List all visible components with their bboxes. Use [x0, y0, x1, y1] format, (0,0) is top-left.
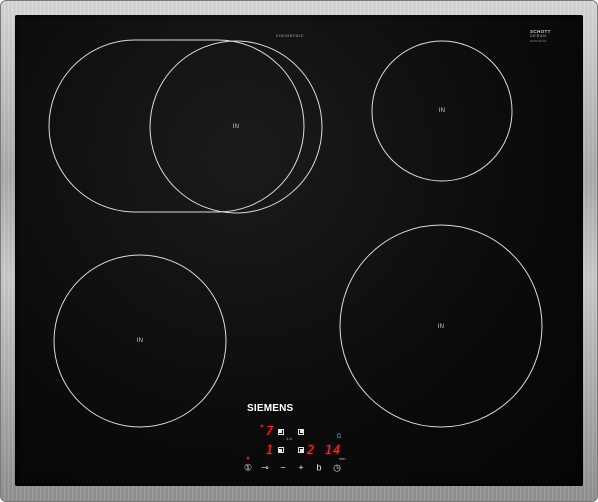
timer-icon[interactable]: ◷	[333, 463, 341, 473]
timer-display: 14	[325, 443, 342, 457]
zone-select-rear-right[interactable]	[298, 429, 304, 435]
display-front-left: 1	[266, 443, 274, 457]
minus-button[interactable]: −	[280, 463, 285, 473]
bell-icon[interactable]: ⌂	[337, 431, 342, 440]
display-front-right: 2	[307, 443, 315, 457]
display-rear-left: 7	[266, 424, 274, 438]
zone-select-rear-left[interactable]	[278, 429, 284, 435]
indicator-dot	[261, 425, 263, 427]
plus-button[interactable]: +	[298, 463, 303, 473]
power-icon[interactable]: ①	[244, 463, 252, 473]
control-panel: 7 1-4 ⌂ 1 2 14 min ① ⊸ − + b ◷	[0, 0, 598, 502]
power-indicator-dot	[247, 457, 249, 459]
zone-select-front-right[interactable]	[298, 447, 304, 453]
timer-unit-label: min	[339, 456, 346, 461]
boost-button[interactable]: b	[316, 463, 321, 473]
zone-key-label: 1-4	[286, 436, 292, 441]
child-lock-key-icon[interactable]: ⊸	[261, 463, 269, 473]
zone-select-front-left[interactable]	[278, 447, 284, 453]
